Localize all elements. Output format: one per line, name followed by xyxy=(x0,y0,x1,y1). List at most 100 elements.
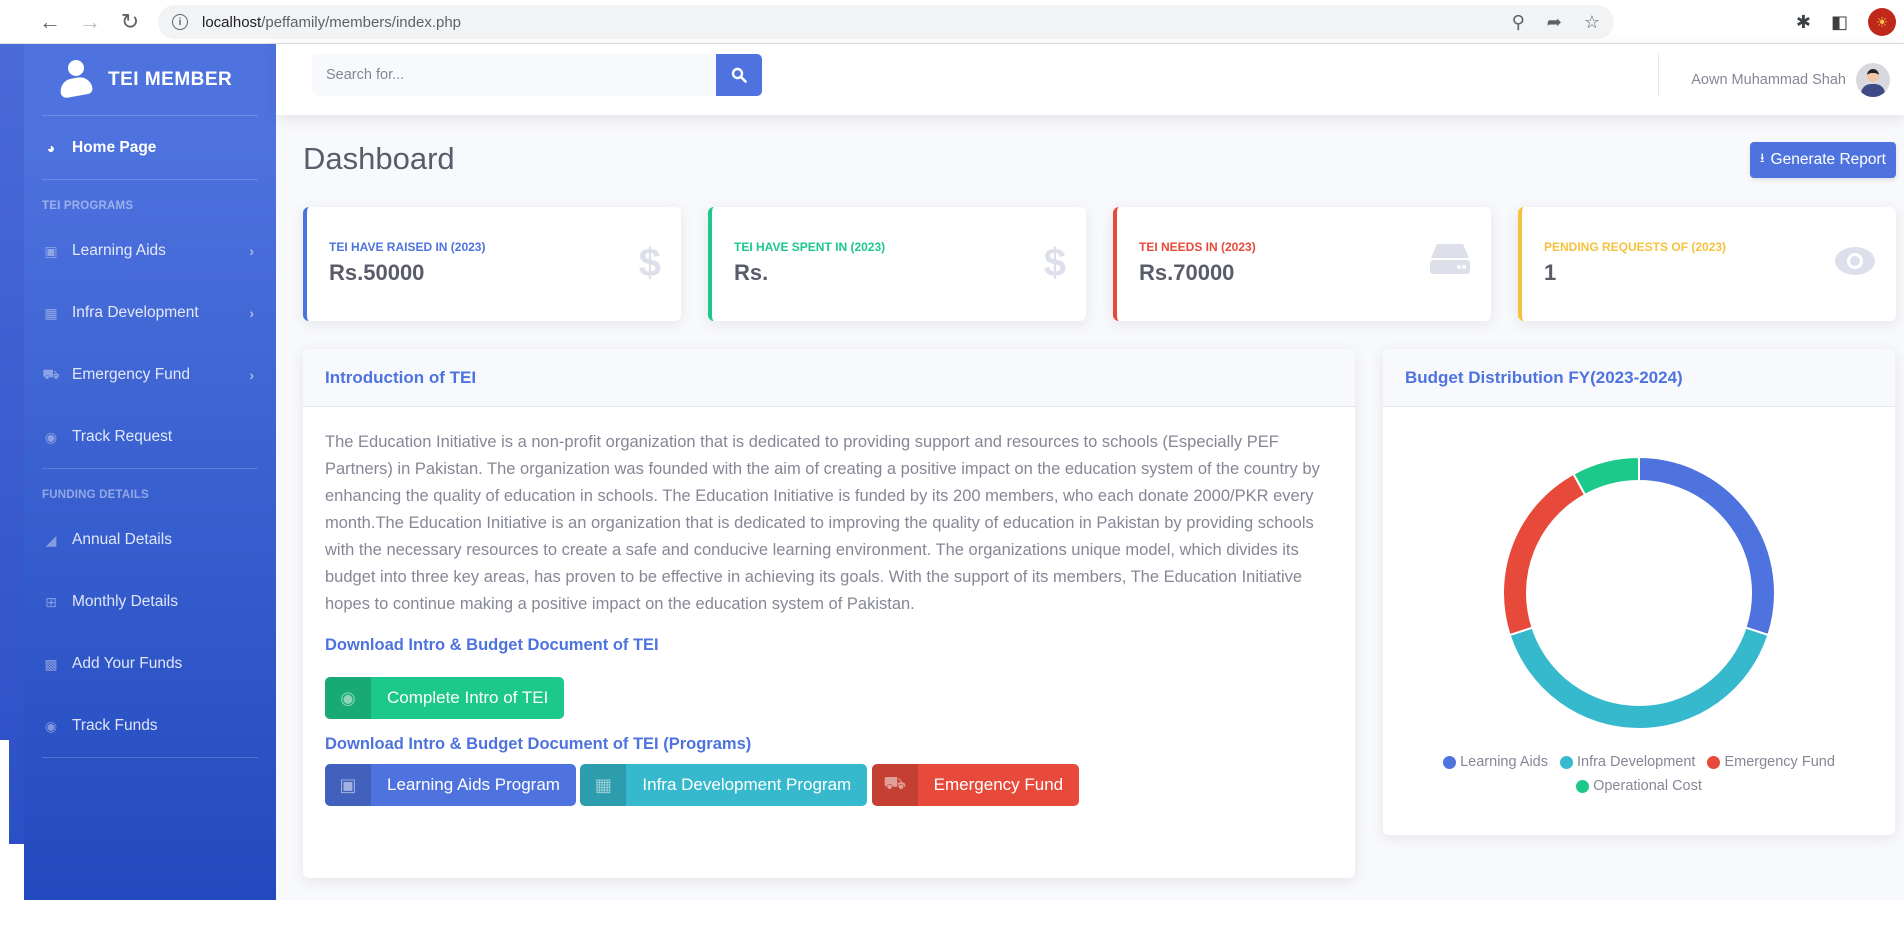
sidebar-item-annual-details[interactable]: ◢ Annual Details xyxy=(24,509,276,571)
forward-button[interactable]: → xyxy=(70,2,110,42)
share-icon[interactable]: ➦ xyxy=(1547,12,1562,33)
side-panel-icon[interactable]: ◧ xyxy=(1831,12,1848,33)
stat-cards: TEI HAVE RAISED IN (2023) Rs.50000 $ TEI… xyxy=(303,207,1899,321)
table-icon: ⊞ xyxy=(45,593,57,610)
back-button[interactable]: ← xyxy=(30,2,70,42)
sidebar-item-label: Track Request xyxy=(72,428,173,445)
stat-label: TEI HAVE RAISED IN (2023) xyxy=(329,240,486,254)
stat-value: Rs.70000 xyxy=(1139,260,1235,285)
legend-item-operational-cost[interactable]: Operational Cost xyxy=(1576,776,1702,797)
desktop-icon: ▣ xyxy=(44,242,58,259)
building-icon: ▦ xyxy=(580,764,627,806)
intro-paragraph: The Education Initiative is a non-profit… xyxy=(325,433,1320,613)
address-bar[interactable]: i localhost/peffamily/members/index.php … xyxy=(158,5,1614,39)
donut-slice-operational-cost[interactable] xyxy=(1572,455,1640,497)
tachometer-icon: ◕ xyxy=(46,139,56,156)
stat-label: TEI NEEDS IN (2023) xyxy=(1139,240,1256,254)
user-icon xyxy=(58,59,94,100)
sidebar-item-home[interactable]: ◕ Home Page xyxy=(24,116,276,179)
legend-label: Operational Cost xyxy=(1593,778,1702,794)
program-button-label: Emergency Fund xyxy=(933,775,1064,794)
site-info-icon[interactable]: i xyxy=(172,14,188,30)
sidebar-item-label: Monthly Details xyxy=(72,593,178,610)
search-input[interactable] xyxy=(312,54,716,96)
sidebar-item-label: Track Funds xyxy=(72,717,158,734)
stat-card-pending: PENDING REQUESTS OF (2023) 1 xyxy=(1518,207,1896,321)
budget-donut-chart xyxy=(1502,455,1776,731)
legend-label: Emergency Fund xyxy=(1724,754,1835,770)
program-button-label: Infra Development Program xyxy=(642,775,852,794)
profile-avatar-icon[interactable]: ☀ xyxy=(1868,8,1896,36)
sidebar-item-label: Add Your Funds xyxy=(72,655,183,672)
hdd-icon xyxy=(1429,241,1471,286)
eye-icon: ◉ xyxy=(44,717,58,734)
donut-slice-infra-development[interactable] xyxy=(1508,626,1770,731)
stat-label: PENDING REQUESTS OF (2023) xyxy=(1544,240,1727,254)
chevron-right-icon: › xyxy=(249,305,254,321)
search-icon xyxy=(731,67,747,83)
ambulance-icon: ⛟ xyxy=(871,764,918,806)
search-button[interactable] xyxy=(716,54,762,96)
dollar-icon: $ xyxy=(638,241,661,285)
sidebar-item-infra-development[interactable]: ▦ Infra Development › xyxy=(24,282,276,344)
intro-card: Introduction of TEI The Education Initia… xyxy=(303,349,1355,878)
legend-label: Learning Aids xyxy=(1460,754,1548,770)
stat-card-spent: TEI HAVE SPENT IN (2023) Rs. $ xyxy=(708,207,1086,321)
sidebar-item-label: Home Page xyxy=(72,138,157,156)
ambulance-icon: ⛟ xyxy=(42,365,60,382)
learning-aids-program-button[interactable]: ▣ Learning Aids Program xyxy=(325,764,576,806)
programs-download-heading: Download Intro & Budget Document of TEI … xyxy=(325,735,752,753)
main-content: Aown Muhammad Shah Dashboard ⭳ Generate … xyxy=(276,44,1904,900)
sidebar-brand[interactable]: TEI MEMBER xyxy=(24,44,276,115)
zoom-out-icon[interactable]: ⚲ xyxy=(1512,12,1525,33)
donut-slice-emergency-fund[interactable] xyxy=(1502,472,1587,637)
legend-item-infra-development[interactable]: Infra Development xyxy=(1559,752,1695,773)
user-dropdown[interactable]: Aown Muhammad Shah xyxy=(1691,44,1904,115)
generate-report-button[interactable]: ⭳ Generate Report xyxy=(1749,142,1896,178)
infra-development-program-button[interactable]: ▦ Infra Development Program xyxy=(580,764,868,806)
background-window-gap xyxy=(0,740,9,850)
complete-intro-label: Complete Intro of TEI xyxy=(387,688,549,707)
emergency-fund-program-button[interactable]: ⛟ Emergency Fund xyxy=(871,764,1080,806)
download-heading: Download Intro & Budget Document of TEI xyxy=(325,636,659,654)
background-window-strip xyxy=(0,44,24,844)
sidebar-item-label: Emergency Fund xyxy=(72,366,191,383)
bookmark-star-icon[interactable]: ☆ xyxy=(1584,12,1600,33)
topbar: Aown Muhammad Shah xyxy=(276,44,1904,115)
search-form xyxy=(312,54,762,96)
page-bottom-blank xyxy=(0,900,1904,943)
legend-item-learning-aids[interactable]: Learning Aids xyxy=(1443,752,1548,773)
budget-chart-card: Budget Distribution FY(2023-2024) Learni… xyxy=(1383,349,1895,835)
generate-report-label: Generate Report xyxy=(1770,151,1886,168)
eye-icon: ◉ xyxy=(44,428,58,445)
legend-item-emergency-fund[interactable]: Emergency Fund xyxy=(1707,752,1835,773)
eye-icon xyxy=(1834,241,1876,286)
eye-icon: ◉ xyxy=(325,677,371,719)
download-icon: ⭳ xyxy=(1759,150,1765,165)
chart-legend: Learning Aids Infra Development Emergency … xyxy=(1383,752,1895,800)
legend-dot xyxy=(1576,780,1590,793)
sidebar-item-monthly-details[interactable]: ⊞ Monthly Details xyxy=(24,571,276,633)
sidebar-heading-funding: FUNDING DETAILS xyxy=(42,489,149,501)
url-host: localhost xyxy=(202,13,262,31)
url-path: /peffamily/members/index.php xyxy=(261,13,462,31)
sidebar-item-track-request[interactable]: ◉ Track Request xyxy=(24,406,276,468)
donut-slice-learning-aids[interactable] xyxy=(1638,455,1776,637)
sidebar-item-add-your-funds[interactable]: ▩ Add Your Funds xyxy=(24,633,276,695)
legend-dot xyxy=(1443,756,1457,769)
reload-button[interactable]: ↻ xyxy=(110,2,150,42)
sidebar-item-learning-aids[interactable]: ▣ Learning Aids › xyxy=(24,220,276,282)
sidebar-item-track-funds[interactable]: ◉ Track Funds xyxy=(24,695,276,757)
extensions-puzzle-icon[interactable]: ✱ xyxy=(1796,12,1811,33)
brand-title: TEI MEMBER xyxy=(108,68,233,90)
stat-label: TEI HAVE SPENT IN (2023) xyxy=(734,240,886,254)
stat-card-needs: TEI NEEDS IN (2023) Rs.70000 xyxy=(1113,207,1491,321)
intro-card-title: Introduction of TEI xyxy=(303,349,1355,407)
sidebar-heading-programs: TEI PROGRAMS xyxy=(42,200,134,212)
legend-dot xyxy=(1559,756,1573,769)
complete-intro-button[interactable]: ◉ Complete Intro of TEI xyxy=(325,677,565,719)
sidebar-item-emergency-fund[interactable]: ⛟ Emergency Fund › xyxy=(24,344,276,406)
stat-card-raised: TEI HAVE RAISED IN (2023) Rs.50000 $ xyxy=(303,207,681,321)
area-chart-icon: ◢ xyxy=(45,531,57,548)
building-icon: ▦ xyxy=(44,304,58,321)
